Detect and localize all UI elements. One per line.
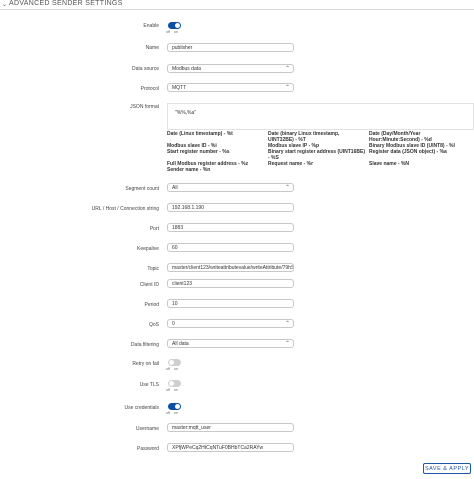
retry-on-fail-toggle[interactable] bbox=[168, 359, 181, 366]
name-label: Name bbox=[145, 45, 159, 51]
chevron-up-icon: ⌃ bbox=[284, 341, 290, 347]
save-apply-button[interactable]: SAVE & APPLY bbox=[423, 463, 471, 474]
protocol-select[interactable]: MQTT ⌃ bbox=[167, 83, 294, 92]
url-input[interactable]: 192.168.1.190 bbox=[167, 203, 294, 212]
variables-column-1: Date (Linux timestamp) - %t Modbus slave… bbox=[167, 131, 249, 173]
use-credentials-label: Use credentials bbox=[124, 405, 159, 411]
segment-count-select[interactable]: All ⌃ bbox=[167, 183, 294, 192]
topic-label: Topic bbox=[147, 266, 159, 272]
enable-label: Enable bbox=[143, 23, 159, 29]
keepalive-input[interactable]: 60 bbox=[167, 243, 294, 252]
chevron-up-icon: ⌃ bbox=[284, 321, 290, 327]
password-input[interactable]: XPfjWPeCq2HtCqNTuF0BHbTCa2RAYw bbox=[167, 443, 294, 452]
qos-label: QoS bbox=[148, 322, 159, 328]
use-tls-toggle-states: off on bbox=[166, 388, 178, 392]
data-filtering-label: Data filtering bbox=[130, 342, 159, 348]
retry-on-fail-label: Retry on fail bbox=[132, 361, 159, 367]
username-label: Username bbox=[135, 426, 159, 432]
protocol-label: Protocol bbox=[140, 86, 159, 92]
url-label: URL / Host / Connection string bbox=[91, 206, 159, 212]
password-label: Password bbox=[137, 446, 159, 452]
period-label: Period bbox=[144, 302, 159, 308]
keepalive-label: Keepalive bbox=[137, 246, 159, 252]
client-id-input[interactable]: client123 bbox=[167, 279, 294, 288]
variables-column-3: Date (Day/Month/Year Hour:Minute:Second) … bbox=[369, 131, 455, 167]
enable-toggle[interactable] bbox=[168, 22, 181, 29]
port-label: Port bbox=[149, 226, 159, 232]
section-header[interactable]: ⌄ ADVANCED SENDER SETTINGS bbox=[0, 0, 474, 10]
port-input[interactable]: 1883 bbox=[167, 223, 294, 232]
name-input[interactable]: publisher bbox=[167, 43, 294, 52]
topic-input[interactable]: master/client123/writeattributevalue/wri… bbox=[167, 263, 294, 272]
section-title: ADVANCED SENDER SETTINGS bbox=[9, 0, 123, 7]
chevron-down-icon[interactable]: ⌄ bbox=[2, 1, 7, 8]
use-credentials-toggle-states: off on bbox=[166, 411, 178, 415]
data-filtering-select[interactable]: All data ⌃ bbox=[167, 339, 294, 348]
client-id-label: Client ID bbox=[139, 282, 159, 288]
segment-count-label: Segment count bbox=[125, 186, 159, 192]
data-source-select[interactable]: Modbus data ⌃ bbox=[167, 64, 294, 73]
use-tls-label: Use TLS bbox=[139, 382, 159, 388]
json-format-textarea[interactable]: "%%,%a" bbox=[167, 103, 474, 130]
username-input[interactable]: master:mqtt_user bbox=[167, 423, 294, 432]
qos-select[interactable]: 0 ⌃ bbox=[167, 319, 294, 328]
retry-on-fail-toggle-states: off on bbox=[166, 367, 178, 371]
chevron-up-icon: ⌃ bbox=[284, 66, 290, 72]
json-format-label: JSON format bbox=[130, 104, 159, 110]
use-tls-toggle[interactable] bbox=[168, 380, 181, 387]
chevron-up-icon: ⌃ bbox=[284, 85, 290, 91]
use-credentials-toggle[interactable] bbox=[168, 403, 181, 410]
enable-toggle-states: off on bbox=[166, 30, 178, 34]
variables-column-2: Date (binary Linux timestamp, UINT32BE) -… bbox=[268, 131, 365, 167]
period-input[interactable]: 10 bbox=[167, 299, 294, 308]
chevron-up-icon: ⌃ bbox=[284, 185, 290, 191]
data-source-label: Data source bbox=[132, 66, 159, 72]
